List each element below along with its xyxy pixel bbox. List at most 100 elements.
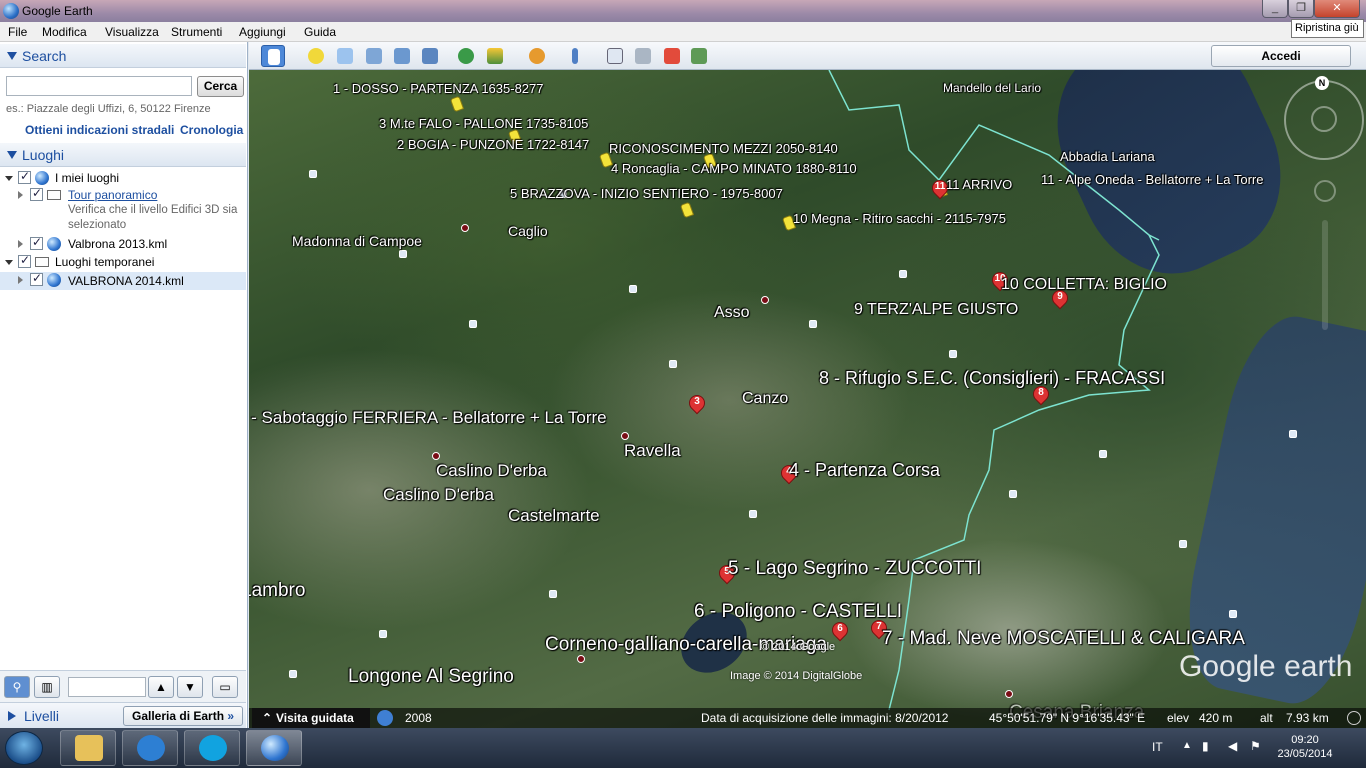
move-up-icon[interactable]: ▲ (148, 676, 174, 698)
menu-modifica[interactable]: Modifica (42, 25, 87, 39)
map-label[interactable]: Castelmarte (508, 506, 600, 526)
map-label[interactable]: 3 - Sabotaggio FERRIERA - Bellatorre + L… (249, 408, 607, 428)
email-icon[interactable] (603, 45, 627, 67)
map-label[interactable]: RICONOSCIMENTO MEZZI 2050-8140 (609, 141, 838, 156)
checkbox[interactable] (18, 253, 31, 268)
historical-imagery-icon[interactable] (454, 45, 478, 67)
historical-clock-icon[interactable] (377, 710, 393, 726)
tree-item-link[interactable]: Tour panoramico (68, 188, 157, 202)
poi-icon[interactable] (899, 270, 907, 278)
map-label[interactable]: 5 - Lago Segrino - ZUCCOTTI (728, 558, 981, 580)
checkbox[interactable] (30, 271, 43, 286)
tree-item-valbrona2013[interactable]: Valbrona 2013.kml (0, 235, 246, 253)
checkbox[interactable] (18, 169, 31, 184)
search-input[interactable] (6, 76, 192, 96)
red-pin-8[interactable]: 8 (1029, 382, 1053, 408)
menu-aggiungi[interactable]: Aggiungi (239, 25, 286, 39)
tree-item-valbrona2014[interactable]: VALBRONA 2014.kml (0, 271, 246, 290)
menu-guida[interactable]: Guida (304, 25, 336, 39)
map-label[interactable]: 9 TERZ'ALPE GIUSTO (854, 301, 1018, 319)
checkbox[interactable] (30, 235, 43, 250)
poi-icon[interactable] (629, 285, 637, 293)
panel-view-icon[interactable]: ▥ (34, 676, 60, 698)
expand-icon[interactable] (5, 260, 13, 265)
menu-visualizza[interactable]: Visualizza (105, 25, 159, 39)
poi-icon[interactable] (289, 670, 297, 678)
folder-add-icon[interactable]: ▭ (212, 676, 238, 698)
map-label[interactable]: 6 - Poligono - CASTELLI (694, 601, 902, 623)
layers-section-header[interactable]: Livelli Galleria di Earth » (0, 702, 246, 728)
map-label[interactable]: Abbadia Lariana (1060, 149, 1155, 164)
save-image-icon[interactable] (687, 45, 711, 67)
move-joystick-icon[interactable] (1314, 180, 1336, 202)
search-button[interactable]: Cerca (197, 76, 244, 97)
image-overlay-icon[interactable] (390, 45, 414, 67)
zoom-slider[interactable] (1322, 220, 1328, 330)
flag-icon[interactable]: ⚑ (1250, 739, 1261, 753)
record-tour-icon[interactable] (418, 45, 442, 67)
poi-icon[interactable] (669, 360, 677, 368)
expand-icon[interactable] (18, 191, 23, 199)
map-label[interactable]: Ravella (624, 441, 681, 461)
tree-item-temp-places[interactable]: Luoghi temporanei (0, 253, 246, 271)
menu-strumenti[interactable]: Strumenti (171, 25, 222, 39)
map-label[interactable]: 7 - Mad. Neve MOSCATELLI & CALIGARA (882, 628, 1245, 650)
map-label[interactable]: Longone Al Segrino (348, 666, 514, 688)
network-icon[interactable]: ▮ (1202, 739, 1209, 753)
map-label[interactable]: Caglio (508, 223, 548, 239)
earth-gallery-button[interactable]: Galleria di Earth » (123, 706, 243, 726)
menu-file[interactable]: File (8, 25, 27, 39)
map-label[interactable]: 11 ARRIVO (946, 177, 1012, 192)
poi-icon[interactable] (1289, 430, 1297, 438)
map-label[interactable]: Caslino D'erba (383, 485, 494, 505)
volume-icon[interactable]: ◀ (1228, 739, 1237, 753)
poi-icon[interactable] (749, 510, 757, 518)
red-pin-3[interactable]: 3 (685, 391, 709, 417)
poi-icon[interactable] (949, 350, 957, 358)
sign-in-button[interactable]: Accedi (1211, 45, 1351, 67)
map-label[interactable]: 11 - Alpe Oneda - Bellatorre + La Torre (1041, 172, 1263, 187)
print-icon[interactable] (631, 45, 655, 67)
poi-icon[interactable] (469, 320, 477, 328)
map-label[interactable]: 10 Megna - Ritiro sacchi - 2115-7975 (793, 211, 1006, 226)
expand-icon[interactable] (18, 240, 23, 248)
minimize-button[interactable]: _ (1262, 0, 1288, 18)
move-down-icon[interactable]: ▼ (177, 676, 203, 698)
poi-icon[interactable] (809, 320, 817, 328)
explorer-taskbar-item[interactable] (60, 730, 116, 766)
map-label[interactable]: Asso (714, 304, 750, 322)
map-label[interactable]: 10 COLLETTA: BIGLIO (1001, 276, 1167, 294)
places-section-header[interactable]: Luoghi (0, 143, 246, 167)
path-icon[interactable] (362, 45, 386, 67)
map-label[interactable]: 1 - DOSSO - PARTENZA 1635-8277 (333, 81, 544, 96)
map-label[interactable]: 8 - Rifugio S.E.C. (Consiglieri) - FRACA… (819, 368, 1165, 389)
close-button[interactable]: ✕ (1314, 0, 1360, 18)
guided-tour-button[interactable]: Visita guidata (252, 708, 370, 728)
poi-icon[interactable] (549, 590, 557, 598)
poi-icon[interactable] (1099, 450, 1107, 458)
map-label[interactable]: 5 BRAZZOVA - INIZIO SENTIERO - 1975-8007 (510, 186, 783, 201)
places-filter-input[interactable] (68, 677, 146, 697)
planets-icon[interactable] (525, 45, 549, 67)
google-earth-taskbar-item[interactable] (246, 730, 302, 766)
expand-icon[interactable] (18, 276, 23, 284)
skype-taskbar-item[interactable] (184, 730, 240, 766)
poi-icon[interactable] (1229, 610, 1237, 618)
tree-item-tour[interactable]: Tour panoramico (0, 186, 246, 204)
compass-north-icon[interactable]: N (1315, 76, 1329, 90)
search-section-header[interactable]: Search (0, 44, 246, 68)
poi-icon[interactable] (1009, 490, 1017, 498)
polygon-icon[interactable] (333, 45, 357, 67)
internet-explorer-taskbar-item[interactable] (122, 730, 178, 766)
expand-icon[interactable] (5, 176, 13, 181)
placemark-icon[interactable] (304, 45, 328, 67)
look-joystick-icon[interactable] (1311, 106, 1337, 132)
google-maps-icon[interactable] (660, 45, 684, 67)
checkbox[interactable] (30, 186, 43, 201)
sidebar-toggle-icon[interactable] (261, 45, 285, 67)
history-link[interactable]: Cronologia (180, 123, 243, 137)
restore-button[interactable]: ❐ (1288, 0, 1314, 18)
earth-map-view[interactable]: 3 4 5 6 7 8 9 10 11 1 - DOSSO - PARTENZA… (249, 70, 1366, 728)
poi-icon[interactable] (399, 250, 407, 258)
search-places-icon[interactable]: ⚲ (4, 676, 30, 698)
